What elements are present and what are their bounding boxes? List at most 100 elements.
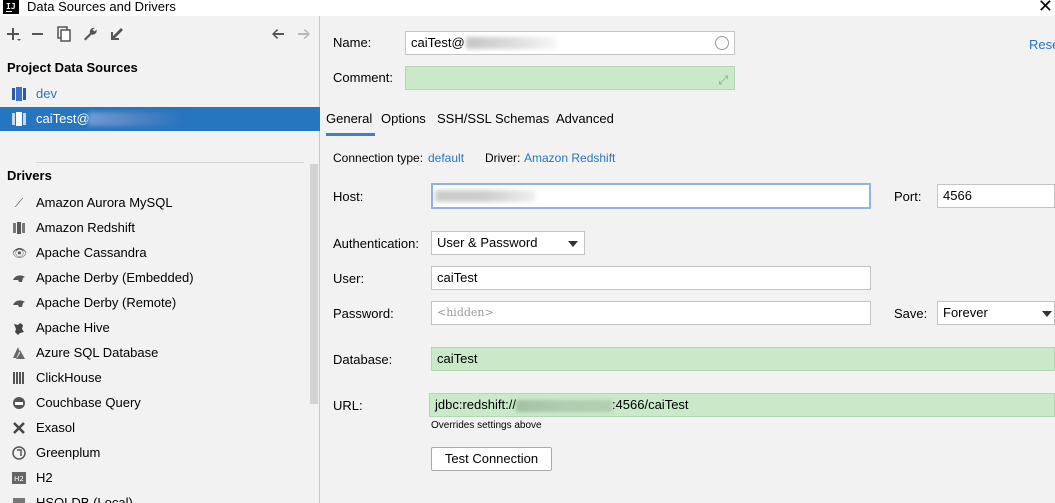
driver-label: Amazon Aurora MySQL (36, 195, 173, 210)
name-label: Name: (333, 35, 372, 50)
url-suffix: :4566/caiTest (611, 397, 689, 412)
comment-label: Comment: (333, 70, 393, 85)
driver-item[interactable]: Amazon Redshift (0, 215, 310, 240)
close-icon[interactable]: ✕ (1038, 0, 1053, 15)
driver-item[interactable]: ⟋ Amazon Aurora MySQL (0, 190, 310, 215)
port-label: Port: (894, 189, 922, 204)
redshift-db-icon (12, 112, 26, 126)
toolbar (0, 16, 320, 52)
driver-label: Apache Cassandra (36, 245, 147, 260)
app-logo-icon: IJ (3, 0, 19, 14)
driver-item[interactable]: H2 H2 (0, 465, 310, 490)
duplicate-icon[interactable] (54, 24, 74, 44)
driver-item[interactable]: Exasol (0, 415, 310, 440)
host-field[interactable] (431, 183, 871, 209)
driver-item[interactable]: Apache Derby (Remote) (0, 290, 310, 315)
host-label: Host: (333, 189, 364, 204)
data-source-item-selected[interactable]: caiTest@ (0, 107, 320, 131)
add-icon[interactable] (4, 24, 24, 44)
back-arrow-icon[interactable] (268, 24, 288, 44)
driver-item[interactable]: Azure SQL Database (0, 340, 310, 365)
data-source-item[interactable]: dev (0, 82, 320, 106)
driver-item[interactable]: HSQLDB (Local) (0, 490, 310, 503)
driver-item[interactable]: Apache Derby (Embedded) (0, 265, 310, 290)
password-label: Password: (333, 306, 394, 321)
driver-label: Apache Hive (36, 320, 110, 335)
password-field[interactable]: <hidden> (431, 301, 871, 325)
derby-icon (13, 300, 25, 307)
url-prefix: jdbc:redshift:// (435, 397, 516, 412)
driver-label: Driver: (485, 151, 521, 165)
user-field[interactable]: caiTest (431, 266, 871, 290)
database-value: caiTest (437, 351, 478, 366)
tab-options[interactable]: Options (381, 104, 426, 136)
driver-label: ClickHouse (36, 370, 102, 385)
driver-label: Amazon Redshift (36, 220, 135, 235)
tab-general[interactable]: General (326, 104, 375, 136)
right-panel: Name: caiTest@ Rese Comment: ⤢ General O… (321, 16, 1055, 503)
url-label: URL: (333, 398, 363, 413)
name-field[interactable]: caiTest@ (405, 31, 735, 55)
redacted-region (88, 112, 184, 126)
hsqldb-icon (13, 498, 25, 503)
url-field[interactable]: jdbc:redshift:// :4566/caiTest (429, 393, 1055, 417)
tab-bar: General Options SSH/SSL Schemas Advanced (321, 104, 1055, 136)
driver-item[interactable]: 👁 Apache Cassandra (0, 240, 310, 265)
tab-ssh-ssl[interactable]: SSH/SSL (437, 104, 492, 136)
import-icon[interactable] (106, 24, 126, 44)
title-bar: IJ Data Sources and Drivers ✕ (0, 0, 1055, 16)
clickhouse-icon (13, 372, 24, 384)
authentication-dropdown[interactable]: User & Password (431, 231, 585, 255)
left-panel: Project Data Sources dev caiTest@ Driver… (0, 16, 320, 503)
tab-label: Options (381, 111, 426, 126)
remove-icon[interactable] (28, 24, 48, 44)
tab-schemas[interactable]: Schemas (495, 104, 549, 136)
tab-label: Schemas (495, 111, 550, 126)
connection-type-link[interactable]: default (428, 149, 464, 167)
data-source-label: dev (36, 86, 57, 101)
port-value: 4566 (943, 188, 972, 203)
name-value: caiTest@ (411, 35, 465, 50)
database-field[interactable]: caiTest (431, 347, 1055, 371)
couchbase-icon (13, 397, 25, 409)
color-picker-icon[interactable] (715, 36, 729, 50)
svg-text:H2: H2 (14, 475, 24, 483)
tab-label: General (326, 111, 373, 126)
driver-item[interactable]: Apache Hive (0, 315, 310, 340)
chevron-down-icon (1042, 311, 1052, 317)
driver-item[interactable]: ClickHouse (0, 365, 310, 390)
tab-label: SSH/SSL (437, 111, 492, 126)
wrench-icon[interactable] (80, 24, 100, 44)
test-connection-button[interactable]: Test Connection (431, 447, 552, 471)
tab-label: Advanced (556, 111, 614, 126)
redacted-region (466, 37, 556, 49)
port-field[interactable]: 4566 (937, 184, 1055, 208)
reset-link[interactable]: Rese (1029, 36, 1055, 54)
user-label: User: (333, 271, 365, 286)
h2-icon: H2 (12, 472, 26, 484)
save-value: Forever (943, 305, 988, 320)
user-value: caiTest (437, 270, 478, 285)
forward-arrow-icon[interactable] (294, 24, 314, 44)
driver-label: Azure SQL Database (36, 345, 159, 360)
driver-item[interactable]: Couchbase Query (0, 390, 310, 415)
expand-icon[interactable]: ⤢ (718, 69, 728, 91)
drivers-scrollbar[interactable] (310, 164, 318, 404)
connection-type-label: Connection type: (333, 151, 424, 165)
redshift-icon (13, 222, 25, 234)
tab-advanced[interactable]: Advanced (556, 104, 614, 136)
url-hint: Overrides settings above (431, 420, 542, 431)
driver-label: Greenplum (36, 445, 101, 460)
driver-item[interactable]: Greenplum (0, 440, 310, 465)
aurora-icon: ⟋ (14, 196, 24, 210)
azure-icon (13, 347, 25, 359)
driver-label: Apache Derby (Remote) (36, 295, 177, 310)
divider (36, 162, 304, 163)
cassandra-icon: 👁 (12, 246, 28, 260)
save-dropdown[interactable]: Forever (937, 301, 1055, 325)
chevron-down-icon (568, 241, 578, 247)
comment-field[interactable]: ⤢ (405, 66, 735, 90)
password-placeholder: <hidden> (437, 306, 494, 319)
driver-link[interactable]: Amazon Redshift (524, 149, 615, 167)
authentication-label: Authentication: (333, 236, 420, 251)
